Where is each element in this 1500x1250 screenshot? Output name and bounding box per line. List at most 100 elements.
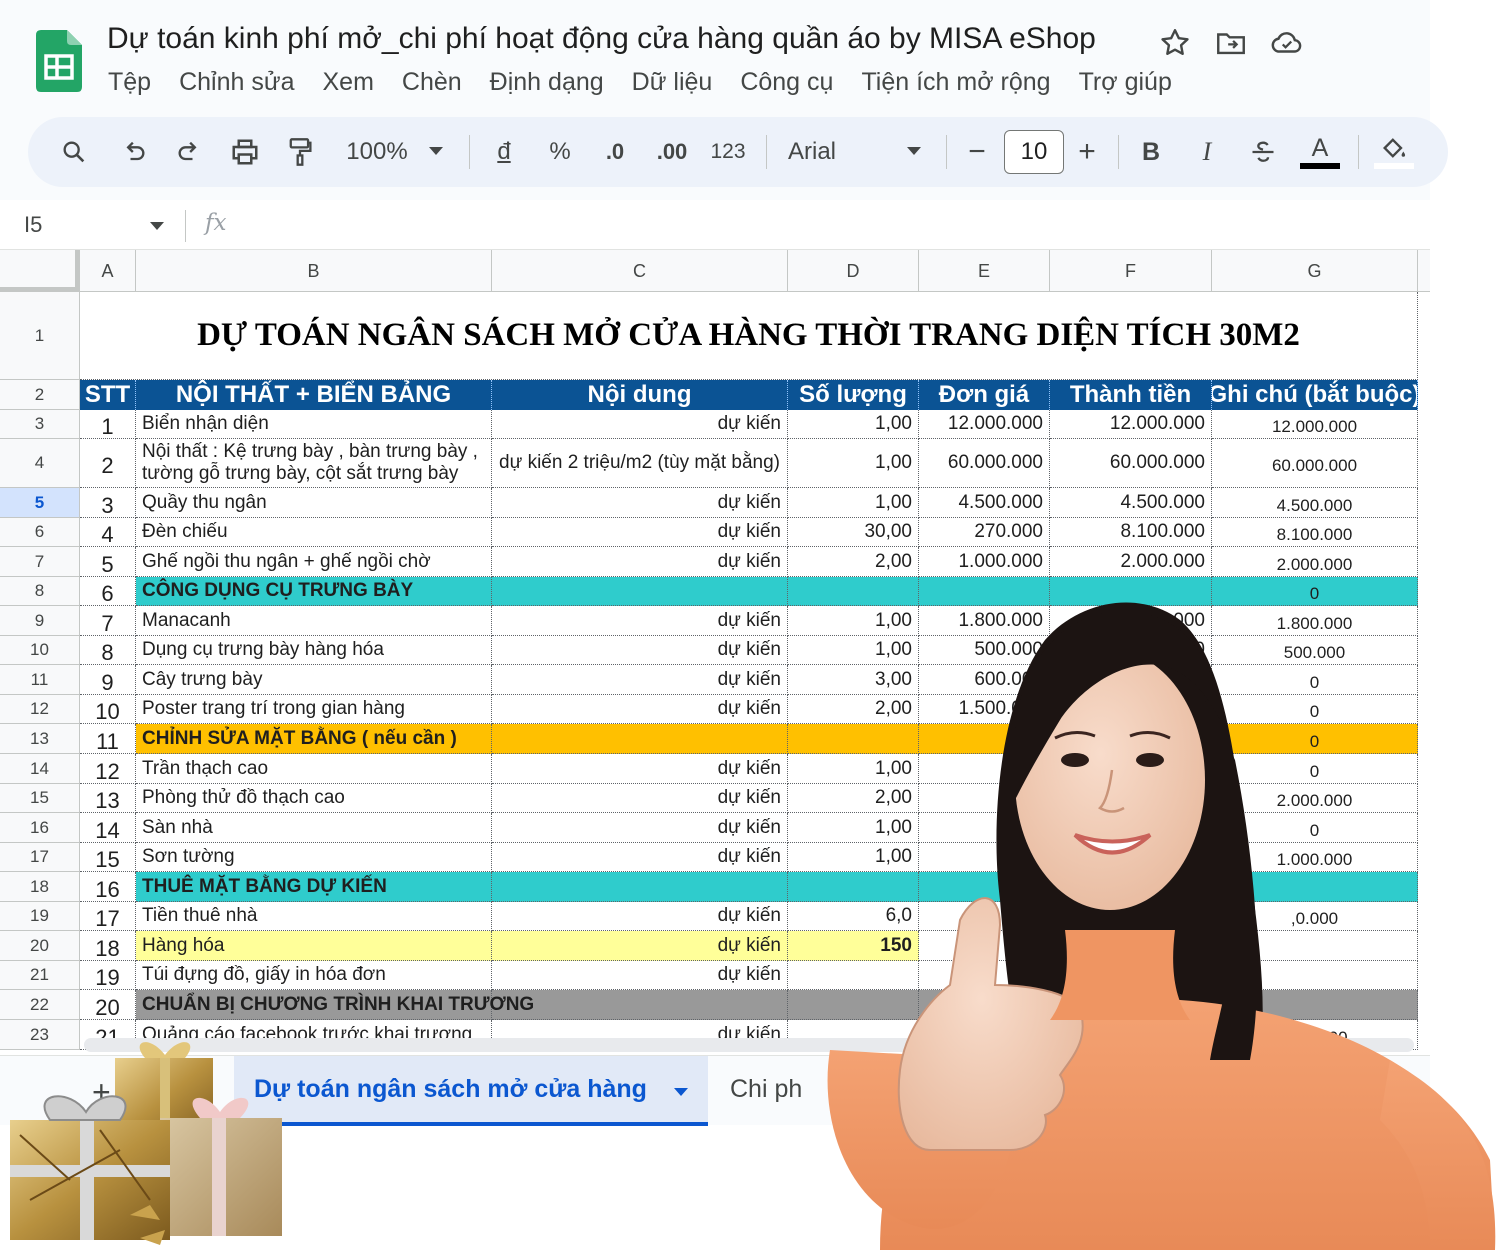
row-header[interactable]: 23 [0, 1020, 80, 1050]
cell-stt[interactable]: 7 [80, 606, 136, 636]
row-header[interactable]: 17 [0, 843, 80, 872]
cell-item[interactable]: Hàng hóa [136, 931, 492, 961]
cell-qty[interactable]: 1,00 [788, 439, 919, 488]
cell-note[interactable]: 2.000.000 [1212, 547, 1418, 577]
star-icon[interactable] [1158, 26, 1192, 60]
cell-note[interactable]: 8.100.000 [1212, 518, 1418, 547]
cell-total[interactable] [1050, 754, 1212, 784]
cell-stt[interactable]: 8 [80, 636, 136, 665]
row-header[interactable]: 11 [0, 665, 80, 695]
font-dropdown-icon[interactable] [902, 117, 926, 187]
cell-stt[interactable]: 15 [80, 843, 136, 872]
row-header[interactable]: 7 [0, 547, 80, 577]
cell-qty[interactable]: 1,00 [788, 636, 919, 665]
row-header[interactable]: 1 [0, 292, 80, 380]
cell-content[interactable]: dự kiến [492, 518, 788, 547]
font-family-select[interactable]: Arial [788, 117, 858, 187]
cell-total[interactable] [1050, 902, 1212, 931]
cell-item[interactable]: CÔNG DỤNG CỤ TRƯNG BÀY [136, 577, 492, 606]
cell-note[interactable]: 1.800.000 [1212, 606, 1418, 636]
row-header[interactable]: 12 [0, 695, 80, 724]
row-header[interactable]: 21 [0, 961, 80, 990]
row-header[interactable]: 6 [0, 518, 80, 547]
cell-price[interactable]: 6 [919, 813, 1050, 843]
cell-content[interactable]: dự kiến [492, 695, 788, 724]
table-header-cell[interactable]: STT [80, 380, 136, 410]
cell-stt[interactable]: 14 [80, 813, 136, 843]
paint-format-icon[interactable] [282, 117, 318, 187]
sheet-tab[interactable]: Chi ph [730, 1075, 802, 1104]
cell-content[interactable]: dự kiến [492, 754, 788, 784]
cell-price[interactable]: 1.800.000 [919, 606, 1050, 636]
cell-content[interactable]: dự kiến [492, 410, 788, 439]
cell-price[interactable] [919, 902, 1050, 931]
cell-qty[interactable]: 2,00 [788, 547, 919, 577]
cell-qty[interactable]: 30,00 [788, 518, 919, 547]
cell-qty[interactable] [788, 990, 919, 1020]
cell-content[interactable]: dự kiến [492, 488, 788, 518]
row-header[interactable]: 18 [0, 872, 80, 902]
strikethrough-icon[interactable] [1246, 117, 1280, 187]
menu-tools[interactable]: Công cụ [740, 68, 833, 97]
cell-item[interactable]: Tiền thuê nhà [136, 902, 492, 931]
cell-price[interactable]: 4.500.000 [919, 488, 1050, 518]
cell-total[interactable]: 60.000.000 [1050, 439, 1212, 488]
row-header[interactable]: 14 [0, 754, 80, 784]
cell-price[interactable] [919, 843, 1050, 872]
cell-total[interactable]: 3.000.000 [1050, 695, 1212, 724]
cell-price[interactable]: 270.000 [919, 518, 1050, 547]
cell-price[interactable]: 1.000.000 [919, 547, 1050, 577]
cell-price[interactable]: 12.000.000 [919, 410, 1050, 439]
cell-qty[interactable] [788, 961, 919, 990]
cell-item[interactable]: Dụng cụ trưng bày hàng hóa [136, 636, 492, 665]
row-header[interactable]: 20 [0, 931, 80, 961]
cell-price[interactable]: 1.500.000 [919, 695, 1050, 724]
cell-total[interactable] [1050, 872, 1212, 902]
cell-item[interactable]: Ghế ngồi thu ngân + ghế ngồi chờ [136, 547, 492, 577]
cell-content[interactable] [492, 872, 788, 902]
cell-note[interactable]: 0 [1212, 813, 1418, 843]
cell-note[interactable]: 1.000.000 [1212, 843, 1418, 872]
cell-item[interactable]: Manacanh [136, 606, 492, 636]
zoom-select[interactable]: 100% [342, 117, 412, 187]
row-header[interactable]: 10 [0, 636, 80, 665]
cell-note[interactable]: 0 [1212, 577, 1418, 606]
sheet-tab-menu-icon[interactable] [674, 1088, 688, 1096]
column-header-e[interactable]: E [919, 250, 1050, 292]
add-sheet-button[interactable]: + [92, 1074, 111, 1111]
cell-content[interactable] [492, 990, 788, 1020]
cell-total[interactable] [1050, 843, 1212, 872]
cell-content[interactable]: dự kiến [492, 665, 788, 695]
cell-item[interactable]: THUÊ MẶT BẰNG DỰ KIẾN [136, 872, 492, 902]
horizontal-scrollbar[interactable] [84, 1038, 1414, 1052]
cell-total[interactable]: 2.000.000 [1050, 547, 1212, 577]
cell-total[interactable]: 1.800.000 [1050, 606, 1212, 636]
cell-qty[interactable]: 1,00 [788, 410, 919, 439]
cell-price[interactable] [919, 961, 1050, 990]
cell-total[interactable]: 8.100.000 [1050, 518, 1212, 547]
cell-total[interactable]: 4.500.000 [1050, 488, 1212, 518]
menu-data[interactable]: Dữ liệu [632, 68, 713, 97]
menu-view[interactable]: Xem [323, 68, 374, 97]
increase-decimal-button[interactable]: .00 [652, 117, 692, 187]
menu-extensions[interactable]: Tiện ích mở rộng [861, 68, 1050, 97]
cell-qty[interactable] [788, 577, 919, 606]
cell-content[interactable]: dự kiến [492, 813, 788, 843]
cell-item[interactable]: Quầy thu ngân [136, 488, 492, 518]
cell-content[interactable]: dự kiến [492, 843, 788, 872]
cell-item[interactable]: Cây trưng bày [136, 665, 492, 695]
cell-item[interactable]: Túi đựng đồ, giấy in hóa đơn [136, 961, 492, 990]
spreadsheet-grid[interactable]: ABCDEFG DỰ TOÁN NGÂN SÁCH MỞ CỬA HÀNG TH… [0, 250, 1430, 1052]
cell-total[interactable]: 12.000.000 [1050, 410, 1212, 439]
cell-item[interactable]: CHỈNH SỬA MẶT BẰNG ( nếu cần ) [136, 724, 492, 754]
cell-stt[interactable]: 9 [80, 665, 136, 695]
cell-stt[interactable]: 20 [80, 990, 136, 1020]
row-header[interactable]: 13 [0, 724, 80, 754]
more-formats-button[interactable]: 123 [708, 117, 748, 187]
cell-content[interactable] [492, 577, 788, 606]
cell-stt[interactable]: 4 [80, 518, 136, 547]
cell-note[interactable]: 0 [1212, 695, 1418, 724]
cell-price[interactable] [919, 577, 1050, 606]
cell-stt[interactable]: 17 [80, 902, 136, 931]
cell-total[interactable] [1050, 813, 1212, 843]
